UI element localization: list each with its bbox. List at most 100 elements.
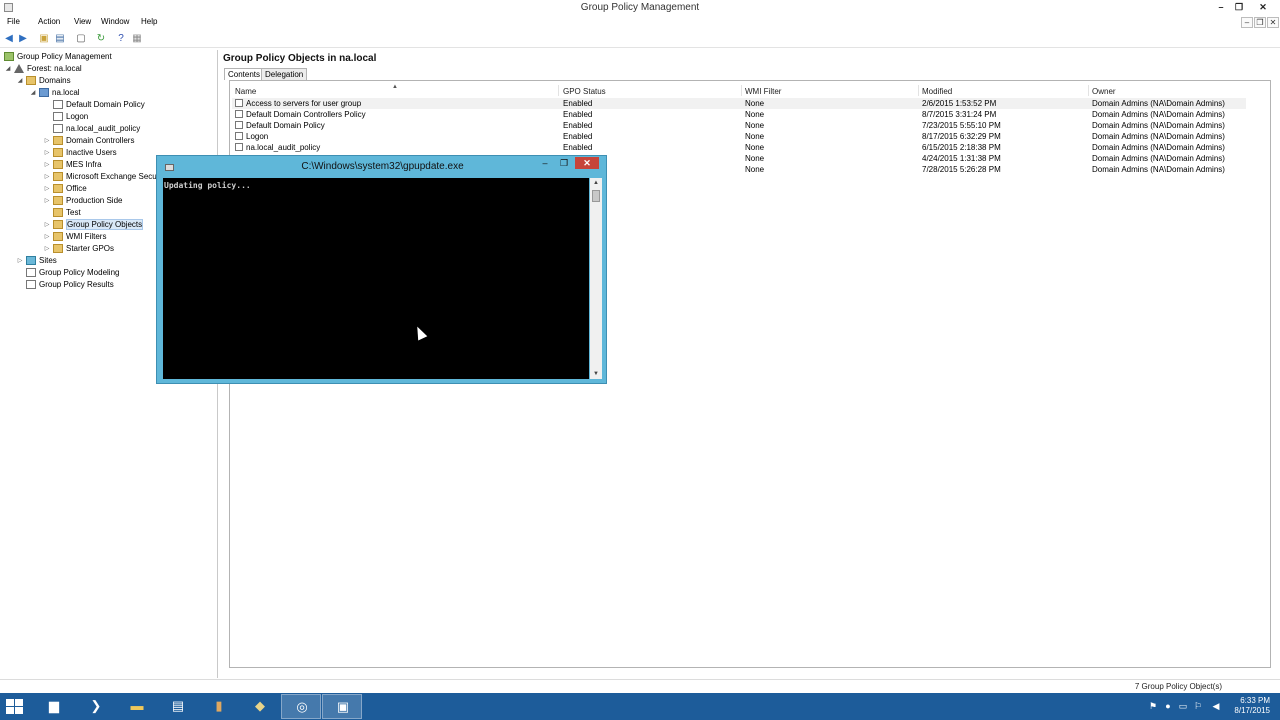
taskbar-notepad[interactable]: ▤ [158, 694, 198, 719]
tree-item-ou[interactable]: ▷ Production Side [43, 195, 122, 207]
restore-button[interactable]: ❐ [1231, 1, 1247, 14]
tree-item-gpo-link[interactable]: na.local_audit_policy [43, 123, 140, 135]
expand-icon[interactable]: ▷ [43, 171, 51, 183]
expand-icon[interactable]: ▷ [43, 159, 51, 171]
clock-time: 6:33 PM [1240, 696, 1270, 705]
taskbar-server-manager[interactable]: ▆ [34, 694, 74, 719]
expand-icon[interactable]: ▷ [43, 135, 51, 147]
column-header-name[interactable]: Name [235, 87, 256, 96]
column-divider[interactable] [741, 85, 742, 96]
tree-item-starter[interactable]: ▷ Starter GPOs [43, 243, 114, 255]
scroll-thumb[interactable] [592, 190, 600, 202]
tree-item-ou[interactable]: ▷ Domain Controllers [43, 135, 134, 147]
tree-item-gpo-link[interactable]: Default Domain Policy [43, 99, 145, 111]
column-header-status[interactable]: GPO Status [563, 87, 606, 96]
taskbar-cmd[interactable]: ▣ [322, 694, 362, 719]
collapse-icon[interactable]: ◢ [4, 63, 12, 75]
gpo-link-icon [53, 112, 63, 121]
close-button[interactable]: ✕ [1255, 1, 1271, 14]
menu-file[interactable]: File [7, 17, 20, 26]
expand-icon[interactable]: ▷ [43, 219, 51, 231]
menu-action[interactable]: Action [38, 17, 60, 26]
tree-selected-label: Group Policy Objects [66, 219, 144, 230]
security-icon[interactable]: ● [1162, 700, 1174, 712]
help-icon[interactable]: ? [115, 33, 127, 45]
tree-node-domains[interactable]: ◢ Domains [16, 75, 71, 87]
gpupdate-console-window[interactable]: C:\Windows\system32\gpupdate.exe – ❐ ✕ U… [156, 155, 607, 384]
properties-icon[interactable]: ▦ [131, 33, 143, 45]
taskbar-tool[interactable]: ▮ [199, 694, 239, 719]
table-row[interactable]: Access to servers for user group Enabled… [232, 98, 1246, 109]
start-button[interactable] [4, 697, 26, 717]
column-divider[interactable] [1088, 85, 1089, 96]
refresh-icon[interactable]: ↻ [95, 33, 107, 45]
volume-icon[interactable]: ◀ [1210, 700, 1222, 712]
tree-item-gpo-container[interactable]: ▷ Group Policy Objects [43, 219, 144, 231]
console-close-button[interactable]: ✕ [575, 157, 599, 169]
column-header-modified[interactable]: Modified [922, 87, 952, 96]
taskbar-group-policy[interactable]: ◎ [281, 694, 321, 719]
expand-icon[interactable]: ▷ [43, 183, 51, 195]
status-bar: 7 Group Policy Object(s) [0, 679, 1280, 693]
scroll-up-icon[interactable]: ▲ [590, 178, 602, 188]
mdi-minimize-button[interactable]: – [1241, 17, 1253, 28]
scroll-down-icon[interactable]: ▼ [590, 369, 602, 379]
tree-item-ou[interactable]: ▷ MES Infra [43, 159, 102, 171]
tree-node-domain[interactable]: ◢ na.local [29, 87, 80, 99]
tree-item-wmi[interactable]: ▷ WMI Filters [43, 231, 106, 243]
delete-icon[interactable]: ▢ [75, 33, 87, 45]
tree-node-sites[interactable]: ▷ Sites [16, 255, 57, 267]
system-clock[interactable]: 6:33 PM 8/17/2015 [1234, 696, 1270, 716]
cmd-icon: ▣ [336, 699, 350, 714]
tree-item-ou[interactable]: ▷ Office [43, 183, 87, 195]
console-maximize-button[interactable]: ❐ [554, 157, 574, 169]
table-row[interactable]: Default Domain Policy Enabled None 7/23/… [232, 120, 1246, 131]
network-icon[interactable]: ⚑ [1147, 700, 1159, 712]
back-arrow-icon[interactable]: ◀ [3, 33, 15, 45]
flag-icon[interactable]: ⚐ [1192, 700, 1204, 712]
display-icon[interactable]: ▭ [1177, 700, 1189, 712]
forward-arrow-icon[interactable]: ▶ [17, 33, 29, 45]
expand-icon[interactable]: ▷ [16, 255, 24, 267]
taskbar-app[interactable]: ◆ [240, 694, 280, 719]
column-divider[interactable] [918, 85, 919, 96]
menu-help[interactable]: Help [141, 17, 157, 26]
table-row[interactable]: na.local_audit_policy Enabled None 6/15/… [232, 142, 1246, 153]
menu-window[interactable]: Window [101, 17, 129, 26]
expand-icon[interactable]: ▷ [43, 195, 51, 207]
tree-item-ou[interactable]: ▷ Inactive Users [43, 147, 117, 159]
collapse-icon[interactable]: ◢ [29, 87, 37, 99]
tree-node-root[interactable]: Group Policy Management [2, 51, 112, 63]
expand-icon[interactable]: ▷ [43, 231, 51, 243]
console-scrollbar[interactable]: ▲ ▼ [590, 178, 602, 379]
folder-icon: ▬ [130, 698, 144, 713]
column-divider[interactable] [558, 85, 559, 96]
menu-view[interactable]: View [74, 17, 91, 26]
taskbar-file-explorer[interactable]: ▬ [117, 694, 157, 719]
tree-node-modeling[interactable]: Group Policy Modeling [16, 267, 119, 279]
tree-item-ou[interactable]: Test [43, 207, 81, 219]
taskbar-powershell[interactable]: ❯ [76, 694, 116, 719]
up-folder-icon[interactable]: ▣ [38, 33, 50, 45]
mdi-close-button[interactable]: ✕ [1267, 17, 1279, 28]
expand-icon[interactable]: ▷ [43, 147, 51, 159]
tab-delegation[interactable]: Delegation [261, 68, 308, 80]
table-row[interactable]: Logon Enabled None 8/17/2015 6:32:29 PM … [232, 131, 1246, 142]
show-hide-tree-icon[interactable]: ▤ [54, 33, 66, 45]
console-minimize-button[interactable]: – [535, 157, 555, 169]
ou-folder-icon [53, 172, 63, 181]
collapse-icon[interactable]: ◢ [16, 75, 24, 87]
start-logo-tile [6, 707, 14, 714]
column-header-wmi[interactable]: WMI Filter [745, 87, 781, 96]
expand-icon[interactable]: ▷ [43, 243, 51, 255]
tree-node-results[interactable]: Group Policy Results [16, 279, 114, 291]
column-header-owner[interactable]: Owner [1092, 87, 1116, 96]
mdi-restore-button[interactable]: ❐ [1254, 17, 1266, 28]
table-row[interactable]: Default Domain Controllers Policy Enable… [232, 109, 1246, 120]
tab-contents[interactable]: Contents [224, 68, 265, 80]
ou-folder-icon [53, 208, 63, 217]
tree-item-gpo-link[interactable]: Logon [43, 111, 88, 123]
console-output[interactable]: Updating policy... [163, 178, 589, 379]
minimize-button[interactable]: – [1213, 1, 1229, 14]
tree-node-forest[interactable]: ◢ Forest: na.local [4, 63, 82, 75]
